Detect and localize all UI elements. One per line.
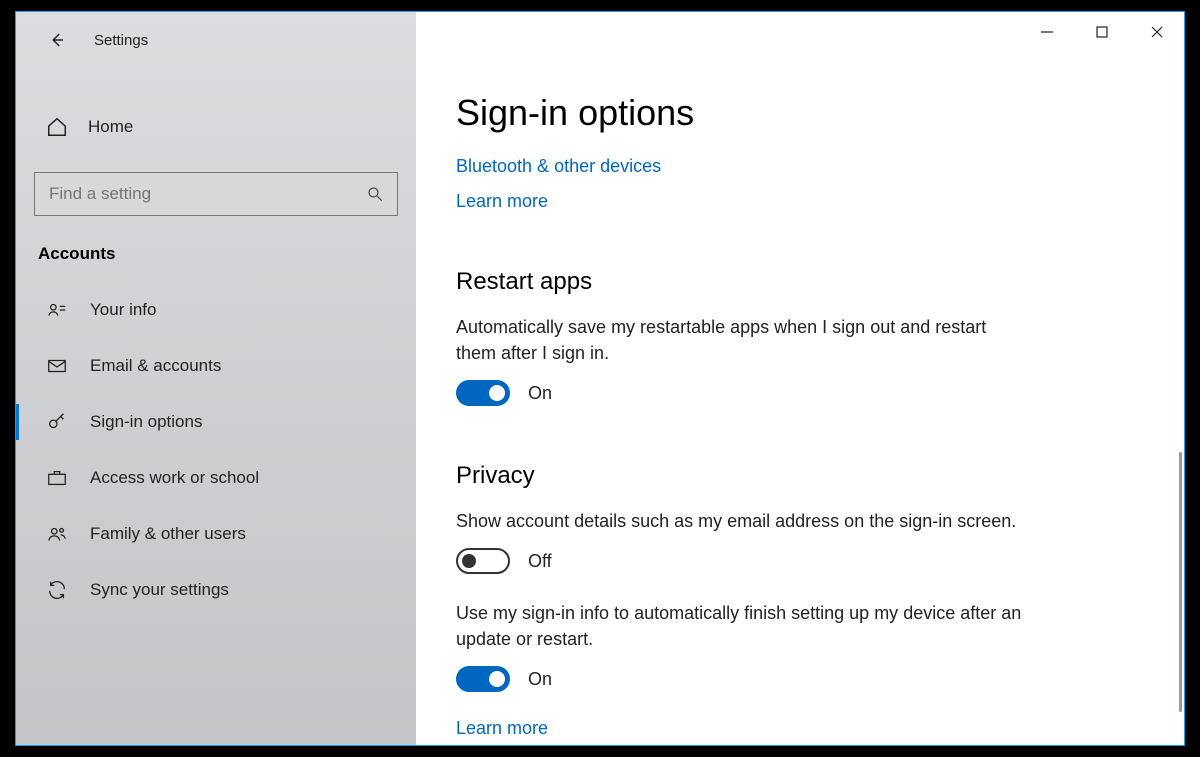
sidebar-item-home[interactable]: Home [16,102,416,152]
sidebar-item-label: Your info [90,300,156,320]
home-icon [46,116,68,138]
sidebar: Settings Home Accounts Your info Email &… [16,12,416,745]
sidebar-item-sync-settings[interactable]: Sync your settings [16,562,416,618]
link-learn-more-privacy[interactable]: Learn more [456,718,1134,739]
sidebar-item-your-info[interactable]: Your info [16,282,416,338]
toggle-row-show-account-details: Off [456,548,1134,574]
toggle-use-signin-info[interactable] [456,666,510,692]
sidebar-item-label: Sign-in options [90,412,202,432]
sidebar-item-signin-options[interactable]: Sign-in options [16,394,416,450]
window-controls [1019,12,1184,52]
close-icon [1150,25,1164,39]
maximize-icon [1095,25,1109,39]
toggle-row-use-signin-info: On [456,666,1134,692]
settings-window: Settings Home Accounts Your info Email &… [15,11,1185,746]
sidebar-item-label: Family & other users [90,524,246,544]
close-button[interactable] [1129,12,1184,52]
heading-privacy: Privacy [456,462,1134,490]
main-content: Sign-in options Bluetooth & other device… [416,12,1184,745]
person-card-icon [46,299,68,321]
back-row: Settings [16,18,416,62]
minimize-button[interactable] [1019,12,1074,52]
search-wrap [34,172,398,216]
link-bluetooth-devices[interactable]: Bluetooth & other devices [456,156,1134,177]
sync-icon [46,579,68,601]
toggle-label-restart-apps: On [528,383,552,404]
mail-icon [46,355,68,377]
sidebar-item-label: Sync your settings [90,580,229,600]
search-icon [366,185,384,203]
key-icon [46,411,68,433]
sidebar-item-email-accounts[interactable]: Email & accounts [16,338,416,394]
sidebar-item-family-users[interactable]: Family & other users [16,506,416,562]
toggle-label-show-account-details: Off [528,551,552,572]
page-title: Sign-in options [456,92,1134,134]
search-input[interactable] [34,172,398,216]
toggle-row-restart-apps: On [456,380,1134,406]
toggle-show-account-details[interactable] [456,548,510,574]
app-title: Settings [94,32,148,49]
sidebar-section-label: Accounts [16,216,416,282]
home-label: Home [88,117,133,137]
sidebar-item-label: Access work or school [90,468,259,488]
link-learn-more-top[interactable]: Learn more [456,191,1134,212]
desc-use-signin-info: Use my sign-in info to automatically fin… [456,600,1026,652]
desc-show-account-details: Show account details such as my email ad… [456,508,1026,534]
toggle-label-use-signin-info: On [528,669,552,690]
minimize-icon [1040,25,1054,39]
people-icon [46,523,68,545]
sidebar-item-label: Email & accounts [90,356,221,376]
briefcase-icon [46,467,68,489]
heading-restart-apps: Restart apps [456,268,1134,296]
desc-restart-apps: Automatically save my restartable apps w… [456,314,1026,366]
sidebar-item-access-work-school[interactable]: Access work or school [16,450,416,506]
toggle-restart-apps[interactable] [456,380,510,406]
maximize-button[interactable] [1074,12,1129,52]
back-icon[interactable] [48,31,66,49]
scrollbar[interactable] [1179,452,1182,712]
